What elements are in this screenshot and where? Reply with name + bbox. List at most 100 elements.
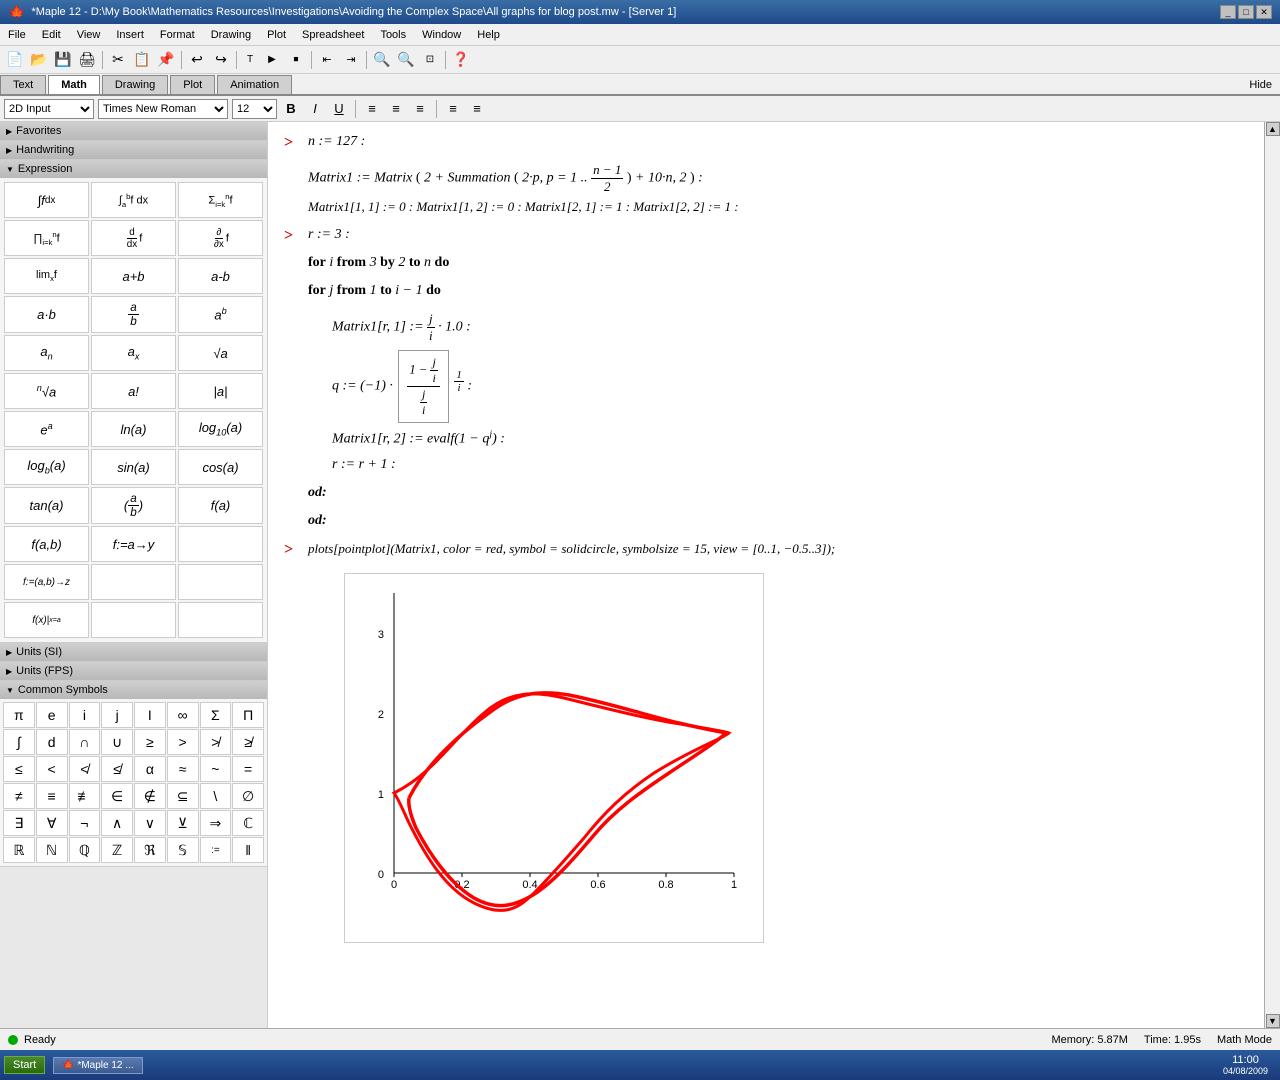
symbol-implies[interactable]: ⇒ — [200, 810, 232, 836]
menu-spreadsheet[interactable]: Spreadsheet — [294, 27, 372, 43]
symbol-or[interactable]: ∨ — [134, 810, 166, 836]
menu-drawing[interactable]: Drawing — [203, 27, 259, 43]
symbol-nequiv[interactable]: ≢ — [69, 783, 101, 809]
symbol-intersect[interactable]: ∩ — [69, 729, 101, 755]
content-area[interactable]: > n := 127 : > Matrix1 := Matrix ( 2 + S… — [268, 122, 1264, 1028]
redo-button[interactable]: ↪ — [210, 49, 232, 71]
menu-window[interactable]: Window — [414, 27, 469, 43]
align-center-button[interactable]: ≡ — [386, 99, 406, 119]
palette-subscript2[interactable]: ax — [91, 335, 176, 371]
underline-button[interactable]: U — [329, 99, 349, 119]
expr-n-assign[interactable]: n := 127 : — [308, 134, 1248, 150]
symbol-Q[interactable]: ℚ — [69, 837, 101, 863]
palette-arrow1[interactable]: f:=a→y — [91, 526, 176, 562]
bullet-button[interactable]: ≡ — [443, 99, 463, 119]
tab-animation[interactable]: Animation — [217, 75, 292, 94]
symbol-nlt[interactable]: ≮ — [69, 756, 101, 782]
expr-r-inc[interactable]: r := r + 1 : — [332, 457, 1248, 473]
symbol-Z[interactable]: ℤ — [101, 837, 133, 863]
scroll-down-button[interactable]: ▼ — [1266, 1014, 1280, 1028]
bold-button[interactable]: B — [281, 99, 301, 119]
cut-button[interactable]: ✂ — [107, 49, 129, 71]
tab-plot[interactable]: Plot — [170, 75, 215, 94]
palette-tan[interactable]: tan(a) — [4, 487, 89, 524]
palette-pow[interactable]: ab — [178, 296, 263, 333]
symbol-nleq[interactable]: ≰ — [101, 756, 133, 782]
symbol-approx[interactable]: ≈ — [167, 756, 199, 782]
favorites-header[interactable]: ▶ Favorites — [0, 122, 267, 140]
symbol-N[interactable]: ℕ — [36, 837, 68, 863]
tab-math[interactable]: Math — [48, 75, 100, 94]
symbol-Pi[interactable]: Π — [232, 702, 264, 728]
expression-header[interactable]: ▼ Expression — [0, 160, 267, 178]
common-symbols-header[interactable]: ▼ Common Symbols — [0, 681, 267, 699]
symbol-subseteq[interactable]: ⊆ — [167, 783, 199, 809]
palette-sum[interactable]: Σi=knf — [178, 182, 263, 218]
maximize-button[interactable]: □ — [1238, 5, 1254, 19]
menu-tools[interactable]: Tools — [372, 27, 414, 43]
symbol-R[interactable]: ℝ — [3, 837, 35, 863]
symbol-setminus[interactable]: \ — [200, 783, 232, 809]
menu-file[interactable]: File — [0, 27, 34, 43]
save-button[interactable]: 💾 — [52, 49, 74, 71]
expr-matrix1-r2[interactable]: Matrix1[r, 2] := evalf(1 − qj) : — [332, 429, 1248, 448]
text-mode-btn[interactable]: T — [241, 49, 259, 71]
expr-r-assign[interactable]: r := 3 : — [308, 227, 1248, 243]
expr-od1[interactable]: od: — [308, 485, 1248, 501]
exec-button[interactable]: ▶ — [261, 49, 283, 71]
symbol-lt[interactable]: < — [36, 756, 68, 782]
units-si-header[interactable]: ▶ Units (SI) — [0, 643, 267, 661]
minimize-button[interactable]: _ — [1220, 5, 1236, 19]
italic-button[interactable]: I — [305, 99, 325, 119]
size-select[interactable]: 12 — [232, 99, 277, 119]
symbol-forall[interactable]: ∀ — [36, 810, 68, 836]
new-button[interactable]: 📄 — [4, 49, 26, 71]
indent-button[interactable]: ⇤ — [316, 49, 338, 71]
palette-product[interactable]: ∏i=knf — [4, 220, 89, 256]
symbol-d[interactable]: d — [36, 729, 68, 755]
hide-panel-button[interactable]: Hide — [1241, 76, 1280, 94]
menu-plot[interactable]: Plot — [259, 27, 294, 43]
handwriting-header[interactable]: ▶ Handwriting — [0, 141, 267, 159]
palette-frac[interactable]: ab — [91, 296, 176, 333]
palette-nthroot[interactable]: n√a — [4, 373, 89, 409]
palette-abs[interactable]: |a| — [178, 373, 263, 409]
symbol-neq[interactable]: ≠ — [3, 783, 35, 809]
symbol-alpha[interactable]: α — [134, 756, 166, 782]
symbol-j[interactable]: j — [101, 702, 133, 728]
palette-factorial[interactable]: a! — [91, 373, 176, 409]
palette-piecewise[interactable]: f(x)|x=a — [4, 602, 89, 638]
menu-format[interactable]: Format — [152, 27, 203, 43]
expr-matrix1-def[interactable]: Matrix1 := Matrix ( 2 + Summation ( 2·p,… — [308, 162, 1248, 195]
menu-help[interactable]: Help — [469, 27, 508, 43]
symbol-sim[interactable]: ~ — [200, 756, 232, 782]
symbol-Re[interactable]: ℜ — [134, 837, 166, 863]
taskbar-maple[interactable]: 🍁 *Maple 12 ... — [53, 1057, 142, 1074]
zoom-in-button[interactable]: 🔍 — [371, 49, 393, 71]
symbol-neg[interactable]: ¬ — [69, 810, 101, 836]
symbol-i[interactable]: i — [69, 702, 101, 728]
symbol-emptyset[interactable]: ∅ — [232, 783, 264, 809]
outdent-button[interactable]: ⇥ — [340, 49, 362, 71]
palette-integral1[interactable]: ∫f dx — [4, 182, 89, 218]
symbol-norm[interactable]: ‖ — [232, 837, 264, 863]
symbol-ngt[interactable]: ≯ — [200, 729, 232, 755]
expr-matrix1-r1[interactable]: Matrix1[r, 1] := j i · 1.0 : — [332, 311, 1248, 344]
symbol-and[interactable]: ∧ — [101, 810, 133, 836]
palette-matrix[interactable]: (ab) — [91, 487, 176, 524]
symbol-integral[interactable]: ∫ — [3, 729, 35, 755]
palette-exp[interactable]: ea — [4, 411, 89, 447]
symbol-I[interactable]: I — [134, 702, 166, 728]
menu-view[interactable]: View — [69, 27, 109, 43]
symbol-C[interactable]: ℂ — [232, 810, 264, 836]
symbol-e[interactable]: e — [36, 702, 68, 728]
zoom-out-button[interactable]: 🔍 — [395, 49, 417, 71]
palette-cos[interactable]: cos(a) — [178, 449, 263, 485]
symbol-eq[interactable]: = — [232, 756, 264, 782]
symbol-xor[interactable]: ⊻ — [167, 810, 199, 836]
start-button[interactable]: Start — [4, 1056, 45, 1074]
palette-subscript[interactable]: an — [4, 335, 89, 371]
palette-func1[interactable]: f(a) — [178, 487, 263, 524]
expr-for-i[interactable]: for i from 3 by 2 to n do — [308, 255, 1248, 271]
symbol-equiv[interactable]: ≡ — [36, 783, 68, 809]
